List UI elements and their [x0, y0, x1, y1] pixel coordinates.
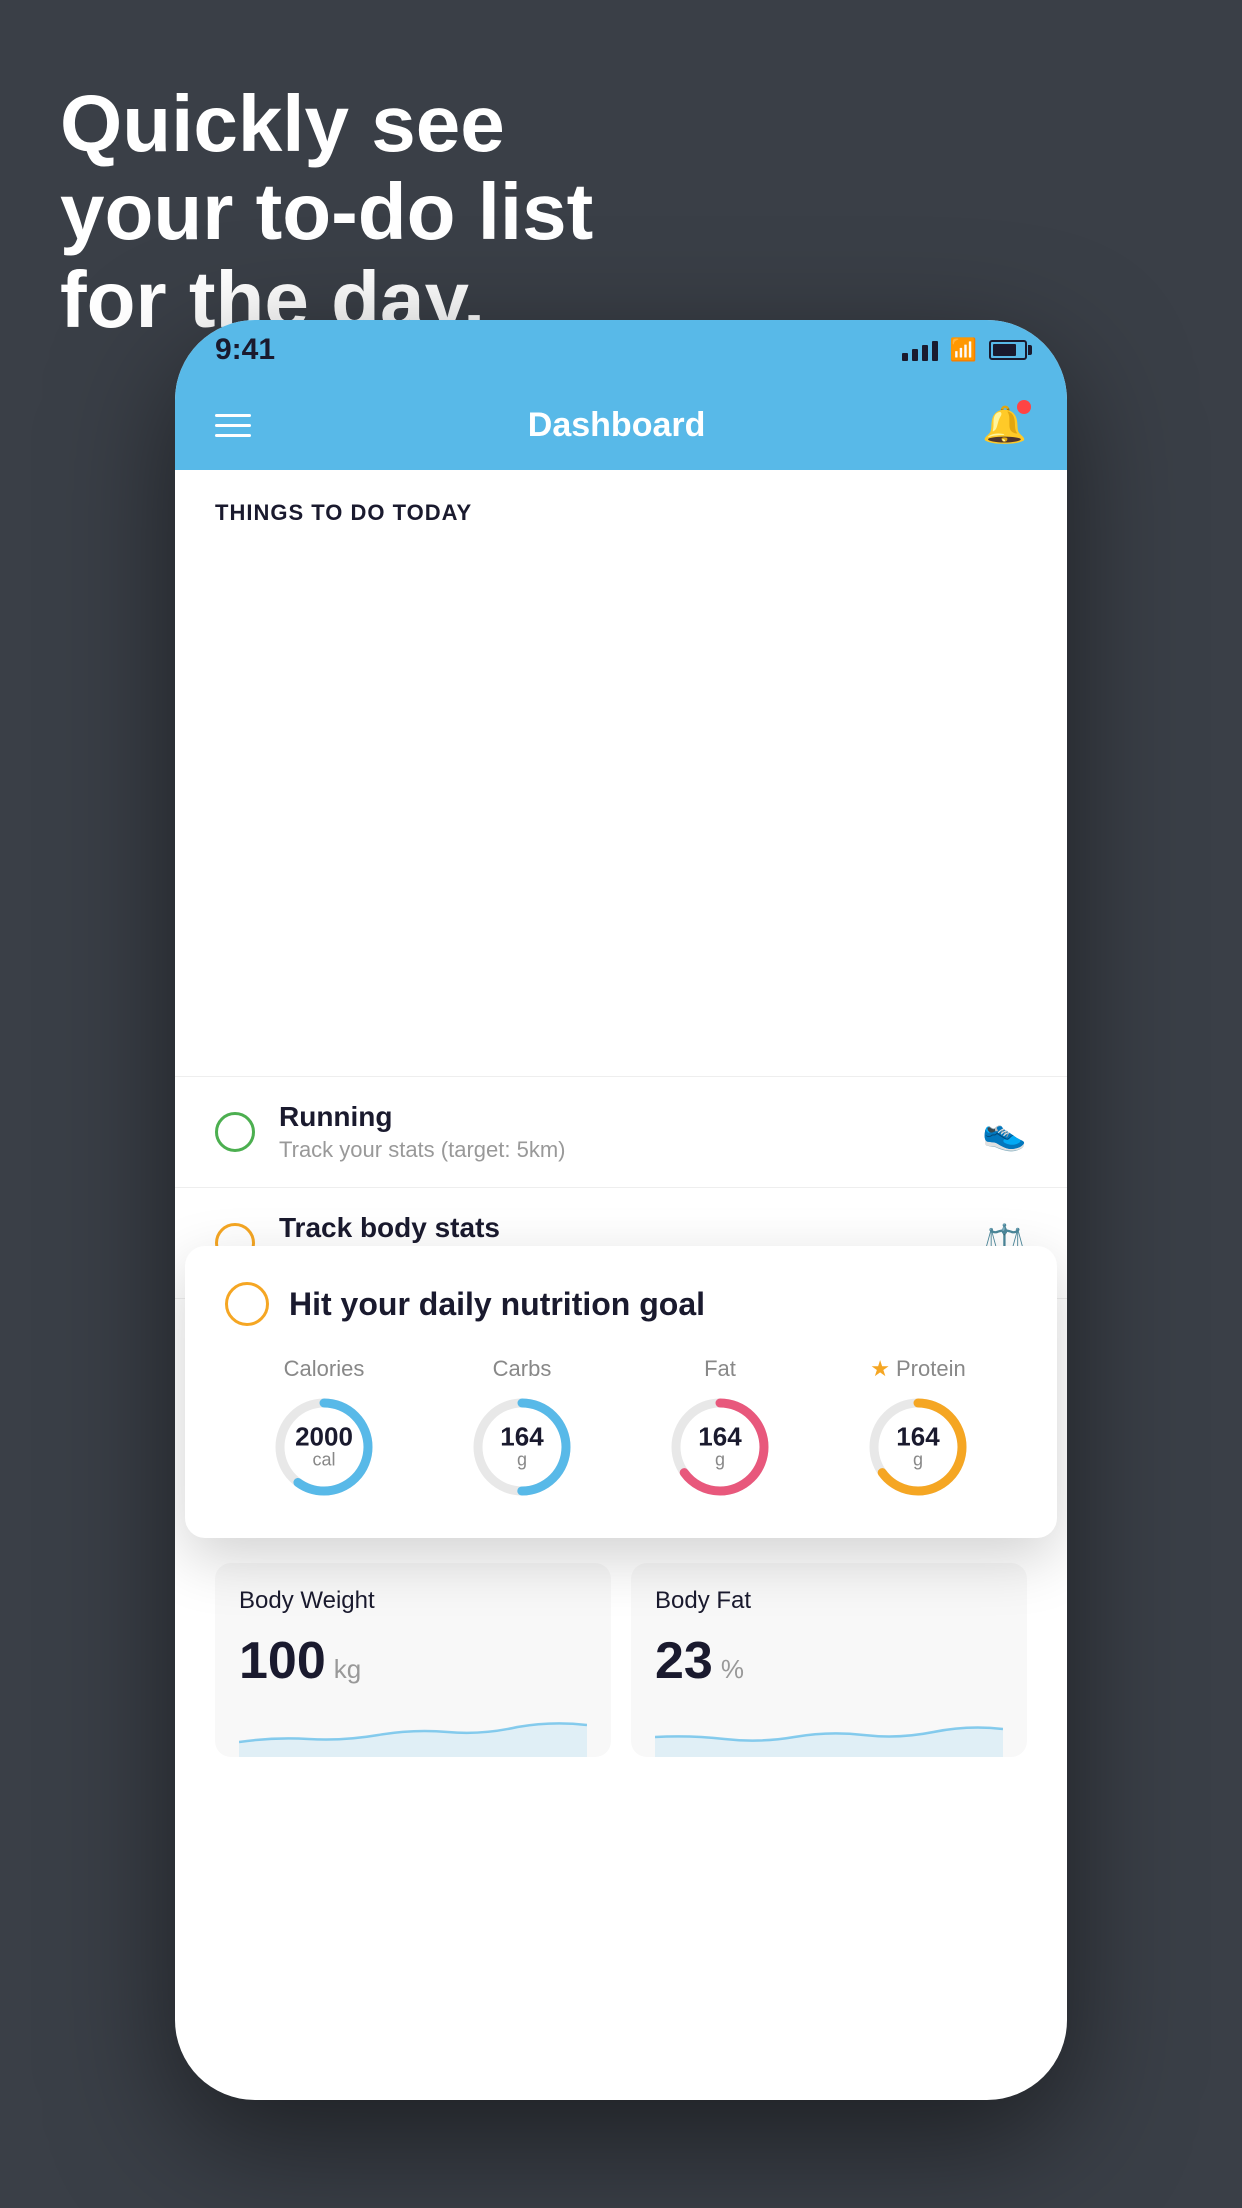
wifi-icon: 📶 [950, 337, 977, 363]
battery-icon [989, 340, 1027, 360]
headline-line1: Quickly see [60, 80, 593, 168]
fat-label: Fat [704, 1356, 736, 1382]
header-title: Dashboard [528, 406, 706, 445]
protein-unit: g [896, 1450, 939, 1471]
fat-value: 164 [698, 1424, 741, 1450]
shoe-icon: 👟 [982, 1111, 1027, 1153]
running-text: Running Track your stats (target: 5km) [279, 1101, 958, 1163]
body-weight-number: 100 [239, 1631, 326, 1691]
bell-icon[interactable]: 🔔 [982, 404, 1027, 446]
body-fat-unit: % [721, 1654, 744, 1685]
carbs-value: 164 [500, 1424, 543, 1450]
fat-ring: 164 g [665, 1392, 775, 1502]
fat-unit: g [698, 1450, 741, 1471]
protein-ring: 164 g [863, 1392, 973, 1502]
protein-value: 164 [896, 1424, 939, 1450]
nutrition-carbs: Carbs 164 g [467, 1356, 577, 1502]
body-weight-card[interactable]: Body Weight 100 kg [215, 1563, 611, 1757]
status-icons: 📶 [902, 337, 1027, 363]
calories-label: Calories [284, 1356, 365, 1382]
calories-ring: 2000 cal [269, 1392, 379, 1502]
status-bar: 9:41 📶 [175, 320, 1067, 380]
app-header: Dashboard 🔔 [175, 380, 1067, 470]
calories-unit: cal [295, 1450, 353, 1471]
body-fat-card[interactable]: Body Fat 23 % [631, 1563, 1027, 1757]
carbs-unit: g [500, 1450, 543, 1471]
body-weight-chart [239, 1707, 587, 1757]
things-section: THINGS TO DO TODAY [175, 470, 1067, 536]
card-header: Hit your daily nutrition goal [225, 1282, 1017, 1326]
body-fat-number: 23 [655, 1631, 713, 1691]
body-weight-value-row: 100 kg [239, 1631, 587, 1691]
carbs-label: Carbs [493, 1356, 552, 1382]
phone-frame: 9:41 📶 Dashboard 🔔 THINGS T [175, 320, 1067, 2100]
body-fat-value-row: 23 % [655, 1631, 1003, 1691]
running-checkbox[interactable] [215, 1112, 255, 1152]
running-desc: Track your stats (target: 5km) [279, 1137, 958, 1163]
protein-star-icon: ★ [870, 1356, 890, 1382]
body-weight-title: Body Weight [239, 1587, 587, 1615]
card-title: Hit your daily nutrition goal [289, 1286, 705, 1323]
nutrition-grid: Calories 2000 cal Carbs [225, 1356, 1017, 1502]
nutrition-card: Hit your daily nutrition goal Calories 2… [185, 1246, 1057, 1538]
running-name: Running [279, 1101, 958, 1133]
things-section-title: THINGS TO DO TODAY [215, 500, 1027, 526]
protein-label: Protein [896, 1356, 966, 1382]
headline: Quickly see your to-do list for the day. [60, 80, 593, 344]
body-weight-unit: kg [334, 1654, 361, 1685]
calories-value: 2000 [295, 1424, 353, 1450]
protein-label-row: ★ Protein [870, 1356, 965, 1382]
signal-icon [902, 339, 938, 361]
nutrition-calories: Calories 2000 cal [269, 1356, 379, 1502]
progress-cards: Body Weight 100 kg Body Fat 23 % [215, 1563, 1027, 1757]
headline-line2: your to-do list [60, 168, 593, 256]
todo-item-running[interactable]: Running Track your stats (target: 5km) 👟 [175, 1076, 1067, 1187]
body-stats-name: Track body stats [279, 1212, 958, 1244]
carbs-ring: 164 g [467, 1392, 577, 1502]
nutrition-checkbox[interactable] [225, 1282, 269, 1326]
nutrition-protein: ★ Protein 164 g [863, 1356, 973, 1502]
menu-icon[interactable] [215, 414, 251, 437]
body-fat-title: Body Fat [655, 1587, 1003, 1615]
nutrition-fat: Fat 164 g [665, 1356, 775, 1502]
status-time: 9:41 [215, 333, 275, 367]
notification-dot [1017, 400, 1031, 414]
body-fat-chart [655, 1707, 1003, 1757]
